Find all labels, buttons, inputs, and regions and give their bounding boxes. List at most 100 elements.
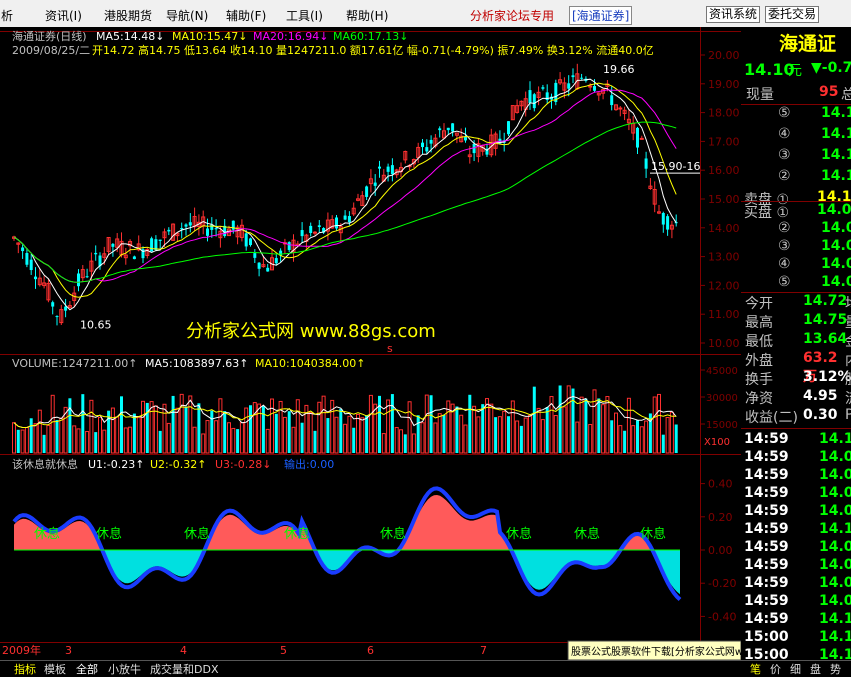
volume-bar (29, 418, 33, 453)
tick-row: 14:59 14.09 (741, 557, 851, 575)
price-tick-label: 19.00 (708, 78, 740, 91)
tab-indicator[interactable]: 指标 (14, 661, 36, 677)
candle-body (636, 127, 639, 148)
volume-bar (210, 410, 214, 453)
volume-bar (287, 411, 291, 453)
tab-volume-ddx[interactable]: 成交量和DDX (150, 661, 218, 677)
price-unit: 元 (788, 63, 802, 79)
tab-xiaofangniu[interactable]: 小放牛 (108, 661, 141, 677)
candle-body (541, 87, 545, 89)
menu-news[interactable]: 资讯(I) (45, 7, 82, 24)
x-axis-year: 2009年 (2, 643, 41, 657)
x-axis-month-6: 6 (367, 644, 374, 657)
volume-bar (558, 385, 562, 453)
volume-bar (16, 429, 20, 453)
candle-body (421, 142, 424, 148)
stat-0-value: 14.72 (803, 293, 848, 309)
stat-0-tail: 均 (845, 293, 851, 313)
rest-label: 休息 (184, 526, 210, 542)
stat-2-tail: 金 (845, 331, 851, 351)
stat-4-label: 换手 (745, 372, 773, 388)
volume-tick-label: 45000 (706, 366, 738, 377)
tick-row-value: 14.09 (819, 467, 851, 483)
sell-level-5-value: 14.1 (821, 105, 851, 121)
volume-bar (455, 406, 459, 453)
price-tick-label: 14.00 (708, 222, 740, 235)
menu-assist[interactable]: 辅助(F) (226, 7, 266, 24)
candle-body (365, 186, 369, 197)
x-axis-month-5: 5 (280, 644, 287, 657)
indicator-tick-label: -0.20 (708, 577, 736, 590)
candle-body (214, 228, 218, 230)
volume-bar (674, 424, 678, 453)
price-change: ▼-0.7 (811, 60, 851, 76)
now-volume-label: 现量 (746, 87, 774, 103)
stat-1-label: 最高 (745, 315, 773, 331)
info-system-button[interactable]: 资讯系统 (706, 6, 761, 23)
stock-chart[interactable]: 20.00 19.00 18.00 17.00 16.00 15.00 14.00 13.00… (0, 27, 741, 660)
candle-body (77, 273, 80, 287)
tick-row-value: 14.10 (819, 629, 851, 645)
candle-body (386, 166, 390, 172)
candle-body (274, 258, 278, 264)
volume-bar (584, 398, 588, 453)
volume-bar (365, 415, 369, 453)
corner-tab-trades[interactable]: 笔 (750, 661, 761, 677)
menu-hk-futures[interactable]: 港股期货 (104, 7, 152, 24)
menu-help[interactable]: 帮助(H) (346, 7, 388, 24)
candle-body (51, 302, 55, 307)
tab-template[interactable]: 模板 (44, 661, 66, 677)
rest-label: 休息 (380, 526, 406, 542)
corner-tab-trend[interactable]: 势 (830, 661, 841, 677)
sell-level-5: ⑤ 14.1 (741, 105, 851, 123)
x-axis-month-7: 7 (480, 644, 487, 657)
x-axis-month-3: 3 (65, 644, 72, 657)
ma5-label: MA5:14.48↓ (96, 30, 164, 43)
buy-level-3-label: ③ (778, 238, 791, 254)
stat-3: 外盘63.2万内 (741, 350, 851, 385)
menu-analysis[interactable]: 析 (1, 7, 13, 24)
stat-5-label: 净资 (745, 391, 773, 407)
corner-tab-detail[interactable]: 细 (790, 661, 801, 677)
menu-navigate[interactable]: 导航(N) (166, 7, 208, 24)
buy-level-4-value: 14.0 (821, 256, 851, 272)
price-tick-label: 17.00 (708, 135, 740, 148)
volume-bar (184, 406, 188, 453)
stat-5-value: 4.95 (803, 388, 838, 404)
candle-body (661, 213, 665, 225)
broker-label: [海通证券] (569, 6, 633, 25)
trade-button[interactable]: 委托交易 (765, 6, 820, 23)
sell-level-2: ② 14.1 (741, 168, 851, 186)
u2-label: U2:-0.32↑ (150, 458, 206, 471)
candle-body (507, 121, 510, 135)
volume-bar (236, 429, 240, 453)
tick-row-value: 14.09 (819, 593, 851, 609)
stat-1-value: 14.75 (803, 312, 848, 328)
volume-label: VOLUME:1247211.00↑ (12, 357, 137, 370)
corner-tab-book[interactable]: 盘 (810, 661, 821, 677)
candle-body (158, 239, 162, 241)
volume-bar (68, 398, 72, 453)
tick-row: 15:00 14.10 (741, 647, 851, 660)
ad-text[interactable]: 股票公式股票软件下载[分析家公式网www.88gs.com] (571, 645, 741, 658)
price-tick-label: 13.00 (708, 251, 740, 264)
price-tick-label: 20.00 (708, 49, 740, 62)
candle-body (300, 230, 304, 237)
menu-tools[interactable]: 工具(I) (286, 7, 323, 24)
volume-bar (81, 394, 85, 453)
candle-body (188, 222, 192, 226)
volume-bar (623, 430, 627, 453)
corner-tab-price[interactable]: 价 (770, 661, 781, 677)
volume-bar (403, 434, 407, 453)
tab-all[interactable]: 全部 (76, 661, 98, 677)
tick-row: 14:59 14.09 (741, 503, 851, 521)
volume-bar (468, 394, 472, 453)
volume-bar (481, 404, 485, 453)
tick-row-label: 14:59 (744, 467, 789, 483)
candle-body (429, 139, 433, 144)
volume-bar (636, 420, 639, 453)
info-line: 开14.72 高14.75 低13.64 收14.10 量1247211.0 额… (92, 43, 654, 57)
quote-separator (741, 428, 851, 429)
buy-level-1: 买盘 ① 14.0 (741, 202, 851, 221)
tick-row-value: 14.09 (819, 539, 851, 555)
